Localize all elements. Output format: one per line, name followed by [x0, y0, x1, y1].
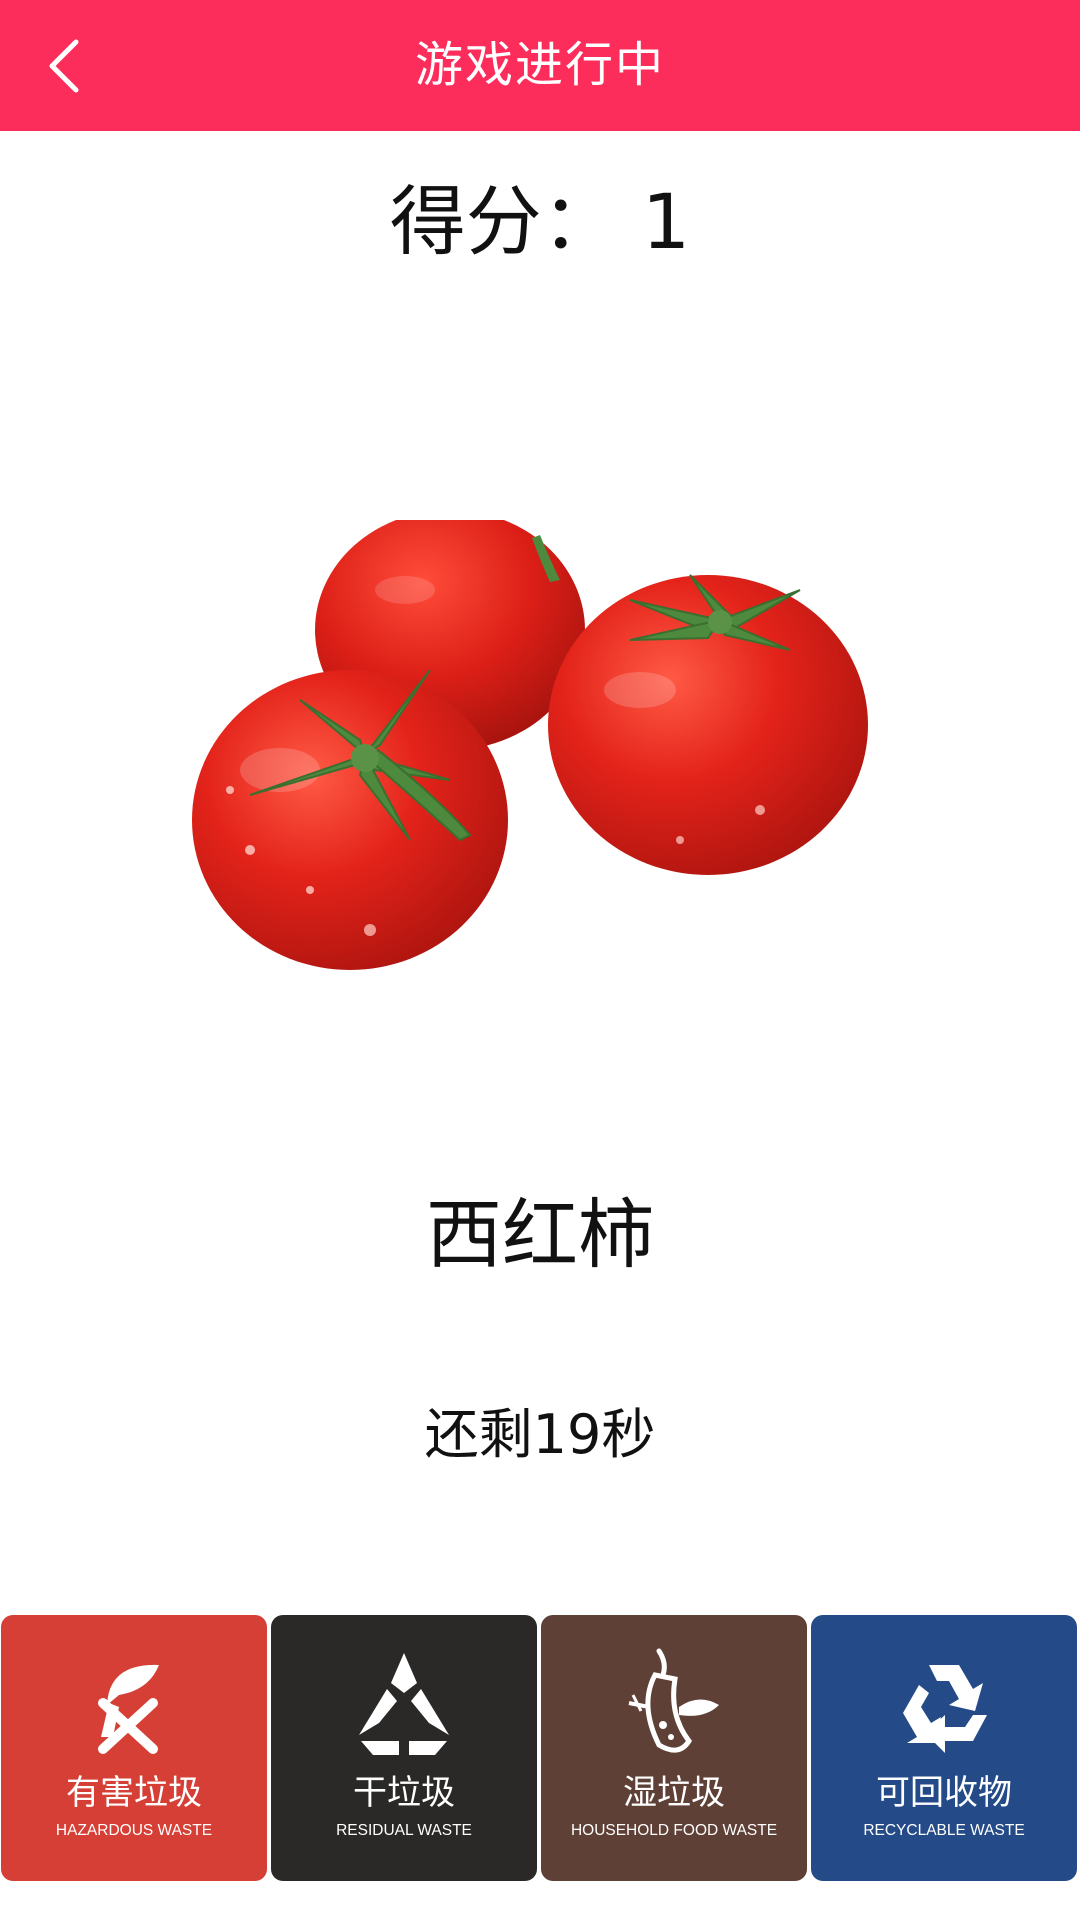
residual-waste-button[interactable]: 干垃圾 RESIDUAL WASTE: [271, 1615, 537, 1881]
game-screen: 游戏进行中 得分： 1 西红柿 还剩19秒 有害垃圾 HAZARDOUS WAS…: [0, 0, 1080, 1932]
bin-label-cn: 湿垃圾: [623, 1773, 725, 1813]
bin-label-en: HOUSEHOLD FOOD WASTE: [570, 1822, 778, 1839]
bin-label-en: RECYCLABLE WASTE: [863, 1822, 1025, 1839]
bin-label-cn: 干垃圾: [353, 1773, 455, 1813]
countdown-timer: 还剩19秒: [424, 1403, 656, 1466]
bin-label-cn: 有害垃圾: [66, 1773, 202, 1813]
recyclable-waste-button[interactable]: 可回收物 RECYCLABLE WASTE: [811, 1615, 1077, 1881]
bin-label-en: HAZARDOUS WASTE: [55, 1822, 213, 1839]
hazardous-waste-button[interactable]: 有害垃圾 HAZARDOUS WASTE: [1, 1615, 267, 1881]
food-waste-icon: [628, 1648, 719, 1753]
bin-label-en: RESIDUAL WASTE: [336, 1822, 472, 1839]
item-name: 西红柿: [426, 1190, 654, 1279]
tomato-photo: [160, 510, 920, 1080]
waste-bin-options: 有害垃圾 HAZARDOUS WASTE 干垃圾 RESIDUAL WASTE: [0, 1615, 1080, 1881]
recycle-icon: [903, 1665, 987, 1753]
page-title: 游戏进行中: [414, 37, 665, 93]
score-display: 得分： 1: [389, 177, 691, 266]
bin-label-cn: 可回收物: [876, 1773, 1012, 1813]
food-waste-button[interactable]: 湿垃圾 HOUSEHOLD FOOD WASTE: [541, 1615, 807, 1881]
hazardous-waste-icon: [98, 1664, 159, 1754]
residual-waste-icon: [359, 1653, 449, 1755]
top-bar: 游戏进行中: [0, 0, 1080, 131]
